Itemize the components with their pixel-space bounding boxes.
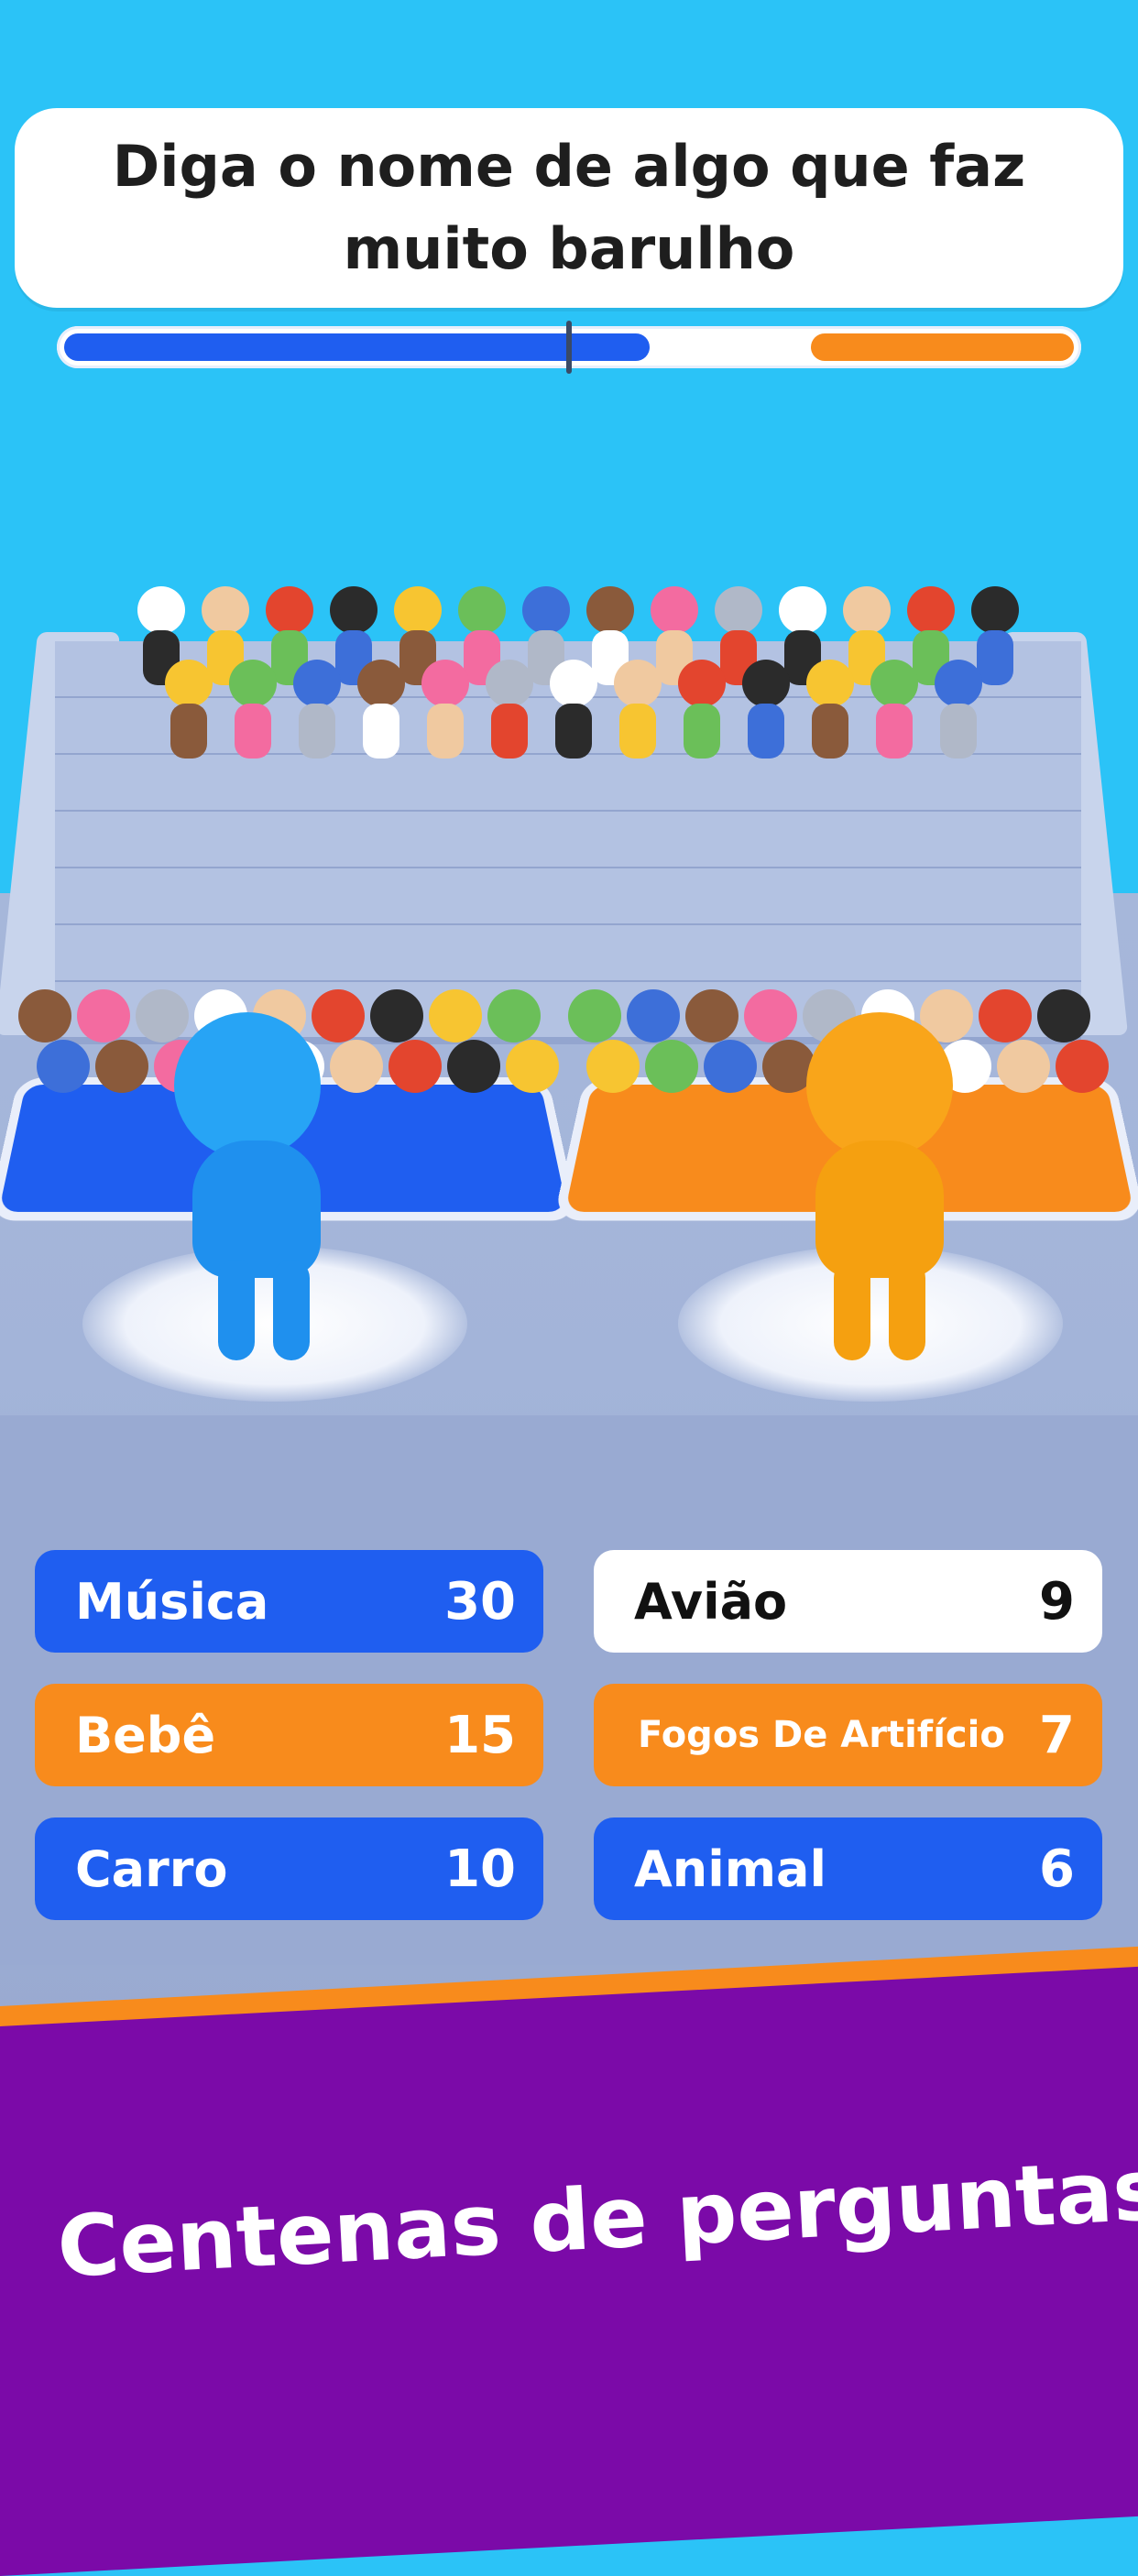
audience-member-body bbox=[876, 704, 913, 759]
audience-member bbox=[202, 586, 249, 634]
audience-member-body bbox=[170, 704, 207, 759]
answer-button-5[interactable]: Carro 10 bbox=[35, 1817, 543, 1920]
team-member bbox=[979, 989, 1032, 1042]
team-member bbox=[1037, 989, 1090, 1042]
answer-score: 6 bbox=[1039, 1839, 1075, 1899]
audience-member-body bbox=[940, 704, 977, 759]
team-member bbox=[330, 1040, 383, 1093]
audience-member-body bbox=[235, 704, 271, 759]
audience-member-body bbox=[427, 704, 464, 759]
score-progress-bar bbox=[57, 321, 1081, 374]
audience-member bbox=[458, 586, 506, 634]
answer-label: Animal bbox=[634, 1839, 826, 1898]
team-member bbox=[685, 989, 739, 1042]
team-member bbox=[312, 989, 365, 1042]
audience-member bbox=[293, 660, 341, 707]
team-member bbox=[586, 1040, 640, 1093]
team-member bbox=[37, 1040, 90, 1093]
audience-member-body bbox=[812, 704, 848, 759]
answer-score: 15 bbox=[444, 1705, 516, 1765]
team-member bbox=[447, 1040, 500, 1093]
team-member bbox=[429, 989, 482, 1042]
audience-member-body bbox=[748, 704, 784, 759]
answer-button-6[interactable]: Animal 6 bbox=[594, 1817, 1102, 1920]
audience-member bbox=[586, 586, 634, 634]
answer-button-3[interactable]: Bebê 15 bbox=[35, 1684, 543, 1786]
answer-score: 7 bbox=[1039, 1705, 1075, 1765]
audience-member-body bbox=[491, 704, 528, 759]
answer-button-2[interactable]: Avião 9 bbox=[594, 1550, 1102, 1653]
audience-member bbox=[229, 660, 277, 707]
progress-midpoint-marker bbox=[566, 321, 572, 374]
audience-member bbox=[870, 660, 918, 707]
question-line-1: Diga o nome de algo que faz bbox=[112, 133, 1026, 200]
team-member bbox=[95, 1040, 148, 1093]
audience-member bbox=[522, 586, 570, 634]
audience-member bbox=[678, 660, 726, 707]
audience-member-body bbox=[684, 704, 720, 759]
audience-member bbox=[806, 660, 854, 707]
team-member bbox=[568, 989, 621, 1042]
answer-label: Carro bbox=[75, 1839, 228, 1898]
audience-member bbox=[742, 660, 790, 707]
answer-label: Fogos De Artifício bbox=[638, 1714, 1005, 1756]
answer-score: 30 bbox=[444, 1571, 516, 1632]
orange-team-progress bbox=[811, 333, 1074, 361]
audience-member bbox=[266, 586, 313, 634]
answer-label: Bebê bbox=[75, 1706, 216, 1764]
audience-member bbox=[651, 586, 698, 634]
team-member bbox=[506, 1040, 559, 1093]
team-member bbox=[370, 989, 423, 1042]
audience-member-body bbox=[363, 704, 399, 759]
audience-member bbox=[614, 660, 662, 707]
audience-member bbox=[935, 660, 982, 707]
audience-member-body bbox=[555, 704, 592, 759]
team-member bbox=[388, 1040, 442, 1093]
answer-button-1[interactable]: Música 30 bbox=[35, 1550, 543, 1653]
team-member bbox=[997, 1040, 1050, 1093]
answer-button-4[interactable]: Fogos De Artifício 7 bbox=[594, 1684, 1102, 1786]
audience-member bbox=[715, 586, 762, 634]
team-member bbox=[77, 989, 130, 1042]
audience-member bbox=[971, 586, 1019, 634]
audience-member bbox=[779, 586, 826, 634]
team-member bbox=[487, 989, 541, 1042]
team-member bbox=[704, 1040, 757, 1093]
audience-member bbox=[843, 586, 891, 634]
team-member bbox=[627, 989, 680, 1042]
team-member bbox=[645, 1040, 698, 1093]
question-card: Diga o nome de algo que faz muito barulh… bbox=[15, 108, 1123, 308]
audience-member bbox=[486, 660, 533, 707]
audience-member-body bbox=[977, 630, 1013, 685]
audience-member bbox=[550, 660, 597, 707]
answer-label: Avião bbox=[634, 1572, 788, 1631]
blue-team-progress bbox=[64, 333, 651, 361]
team-member bbox=[744, 989, 797, 1042]
team-member bbox=[1056, 1040, 1109, 1093]
audience-member bbox=[394, 586, 442, 634]
audience-member bbox=[137, 586, 185, 634]
audience-member bbox=[330, 586, 378, 634]
team-member bbox=[136, 989, 189, 1042]
audience-member bbox=[165, 660, 213, 707]
answer-label: Música bbox=[75, 1572, 269, 1631]
question-line-2: muito barulho bbox=[343, 215, 795, 282]
question-text: Diga o nome de algo que faz muito barulh… bbox=[65, 126, 1073, 290]
audience-member bbox=[357, 660, 405, 707]
audience-member bbox=[421, 660, 469, 707]
audience-member bbox=[907, 586, 955, 634]
answer-score: 10 bbox=[444, 1839, 516, 1899]
answer-score: 9 bbox=[1039, 1571, 1075, 1632]
team-member bbox=[18, 989, 71, 1042]
audience-member-body bbox=[619, 704, 656, 759]
audience-member-body bbox=[299, 704, 335, 759]
